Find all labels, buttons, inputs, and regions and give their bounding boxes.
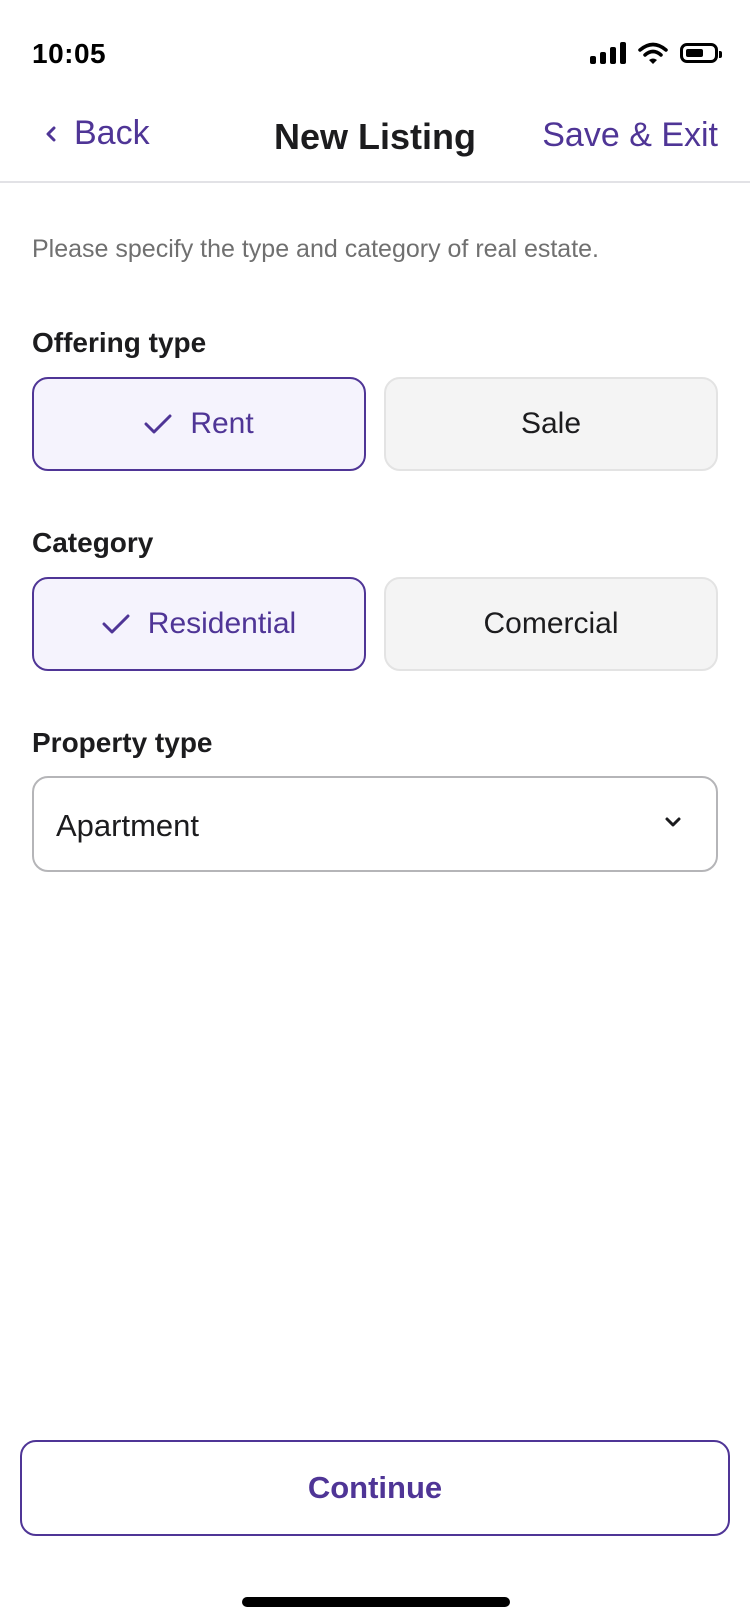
checkmark-icon — [102, 614, 130, 634]
signal-icon — [590, 42, 626, 64]
category-residential-option[interactable]: Residential — [32, 577, 366, 671]
instructions-text: Please specify the type and category of … — [32, 235, 600, 263]
status-icons — [590, 42, 722, 64]
wifi-icon — [638, 42, 668, 64]
category-label: Category — [32, 527, 154, 558]
status-bar: 10:05 — [0, 0, 750, 100]
chevron-left-icon — [46, 126, 56, 141]
save-exit-button[interactable]: Save & Exit — [542, 116, 718, 155]
offering-rent-label: Rent — [190, 407, 254, 440]
back-label: Back — [74, 114, 150, 152]
property-type-select[interactable]: Apartment — [32, 776, 718, 872]
chevron-down-icon — [665, 817, 681, 827]
property-type-label: Property type — [32, 727, 213, 758]
checkmark-icon — [144, 414, 172, 434]
offering-sale-option[interactable]: Sale — [384, 377, 718, 471]
battery-icon — [680, 43, 722, 63]
category-residential-label: Residential — [147, 607, 297, 640]
offering-sale-label: Sale — [520, 407, 582, 440]
offering-rent-option[interactable]: Rent — [32, 377, 366, 471]
status-time: 10:05 — [32, 38, 107, 69]
category-commercial-label: Comercial — [483, 607, 619, 640]
home-indicator — [242, 1597, 510, 1607]
navigation-bar: Back New Listing Save & Exit — [0, 100, 750, 183]
property-type-value: Apartment — [56, 808, 200, 843]
continue-button[interactable]: Continue — [20, 1440, 730, 1536]
offering-type-label: Offering type — [32, 327, 207, 358]
back-button[interactable]: Back — [44, 114, 150, 153]
category-commercial-option[interactable]: Comercial — [384, 577, 718, 671]
